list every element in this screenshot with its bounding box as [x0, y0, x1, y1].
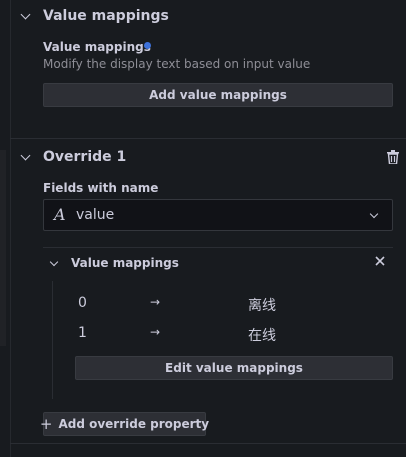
property-title[interactable]: Value mappings	[71, 256, 179, 270]
fields-with-name-label: Fields with name	[43, 181, 159, 195]
plus-icon: +	[39, 415, 53, 433]
mapping-from: 1	[78, 325, 87, 341]
arrow-right-icon: →	[150, 325, 161, 339]
chevron-down-icon[interactable]	[20, 9, 31, 20]
chevron-down-icon	[369, 209, 379, 219]
mapping-to: 在线	[248, 328, 276, 344]
add-value-mappings-button[interactable]: Add value mappings	[43, 83, 393, 107]
mapping-row: 0 → 离线	[78, 295, 388, 315]
add-override-property-label: Add override property	[58, 417, 210, 431]
property-divider	[43, 247, 393, 248]
field-name-value: value	[76, 207, 115, 223]
arrow-right-icon: →	[150, 295, 161, 309]
value-mappings-description: Modify the display text based on input v…	[43, 57, 311, 71]
value-mappings-section-title[interactable]: Value mappings	[43, 8, 169, 24]
pane-border	[10, 0, 11, 457]
field-name-select[interactable]: A value	[43, 199, 393, 231]
close-icon[interactable]	[373, 254, 387, 268]
left-scroll-rail	[0, 150, 6, 346]
value-mappings-field-label: Value mappings	[43, 40, 151, 54]
chevron-down-icon[interactable]	[20, 150, 31, 161]
mapping-from: 0	[78, 295, 87, 311]
string-type-icon: A	[54, 205, 66, 224]
panel-options-pane: Value mappings Value mappings Modify the…	[0, 0, 406, 457]
mapping-row: 1 → 在线	[78, 325, 388, 345]
add-override-property-button[interactable]: + Add override property	[39, 412, 210, 436]
section-divider	[10, 138, 406, 139]
mapping-to: 离线	[248, 298, 276, 314]
section-divider	[10, 443, 406, 444]
override-title[interactable]: Override 1	[43, 149, 126, 165]
edit-value-mappings-button[interactable]: Edit value mappings	[75, 356, 393, 380]
trash-icon[interactable]	[387, 150, 399, 164]
chevron-down-icon[interactable]	[49, 257, 59, 267]
property-indent-line	[52, 281, 53, 399]
modified-indicator-dot	[144, 42, 151, 49]
